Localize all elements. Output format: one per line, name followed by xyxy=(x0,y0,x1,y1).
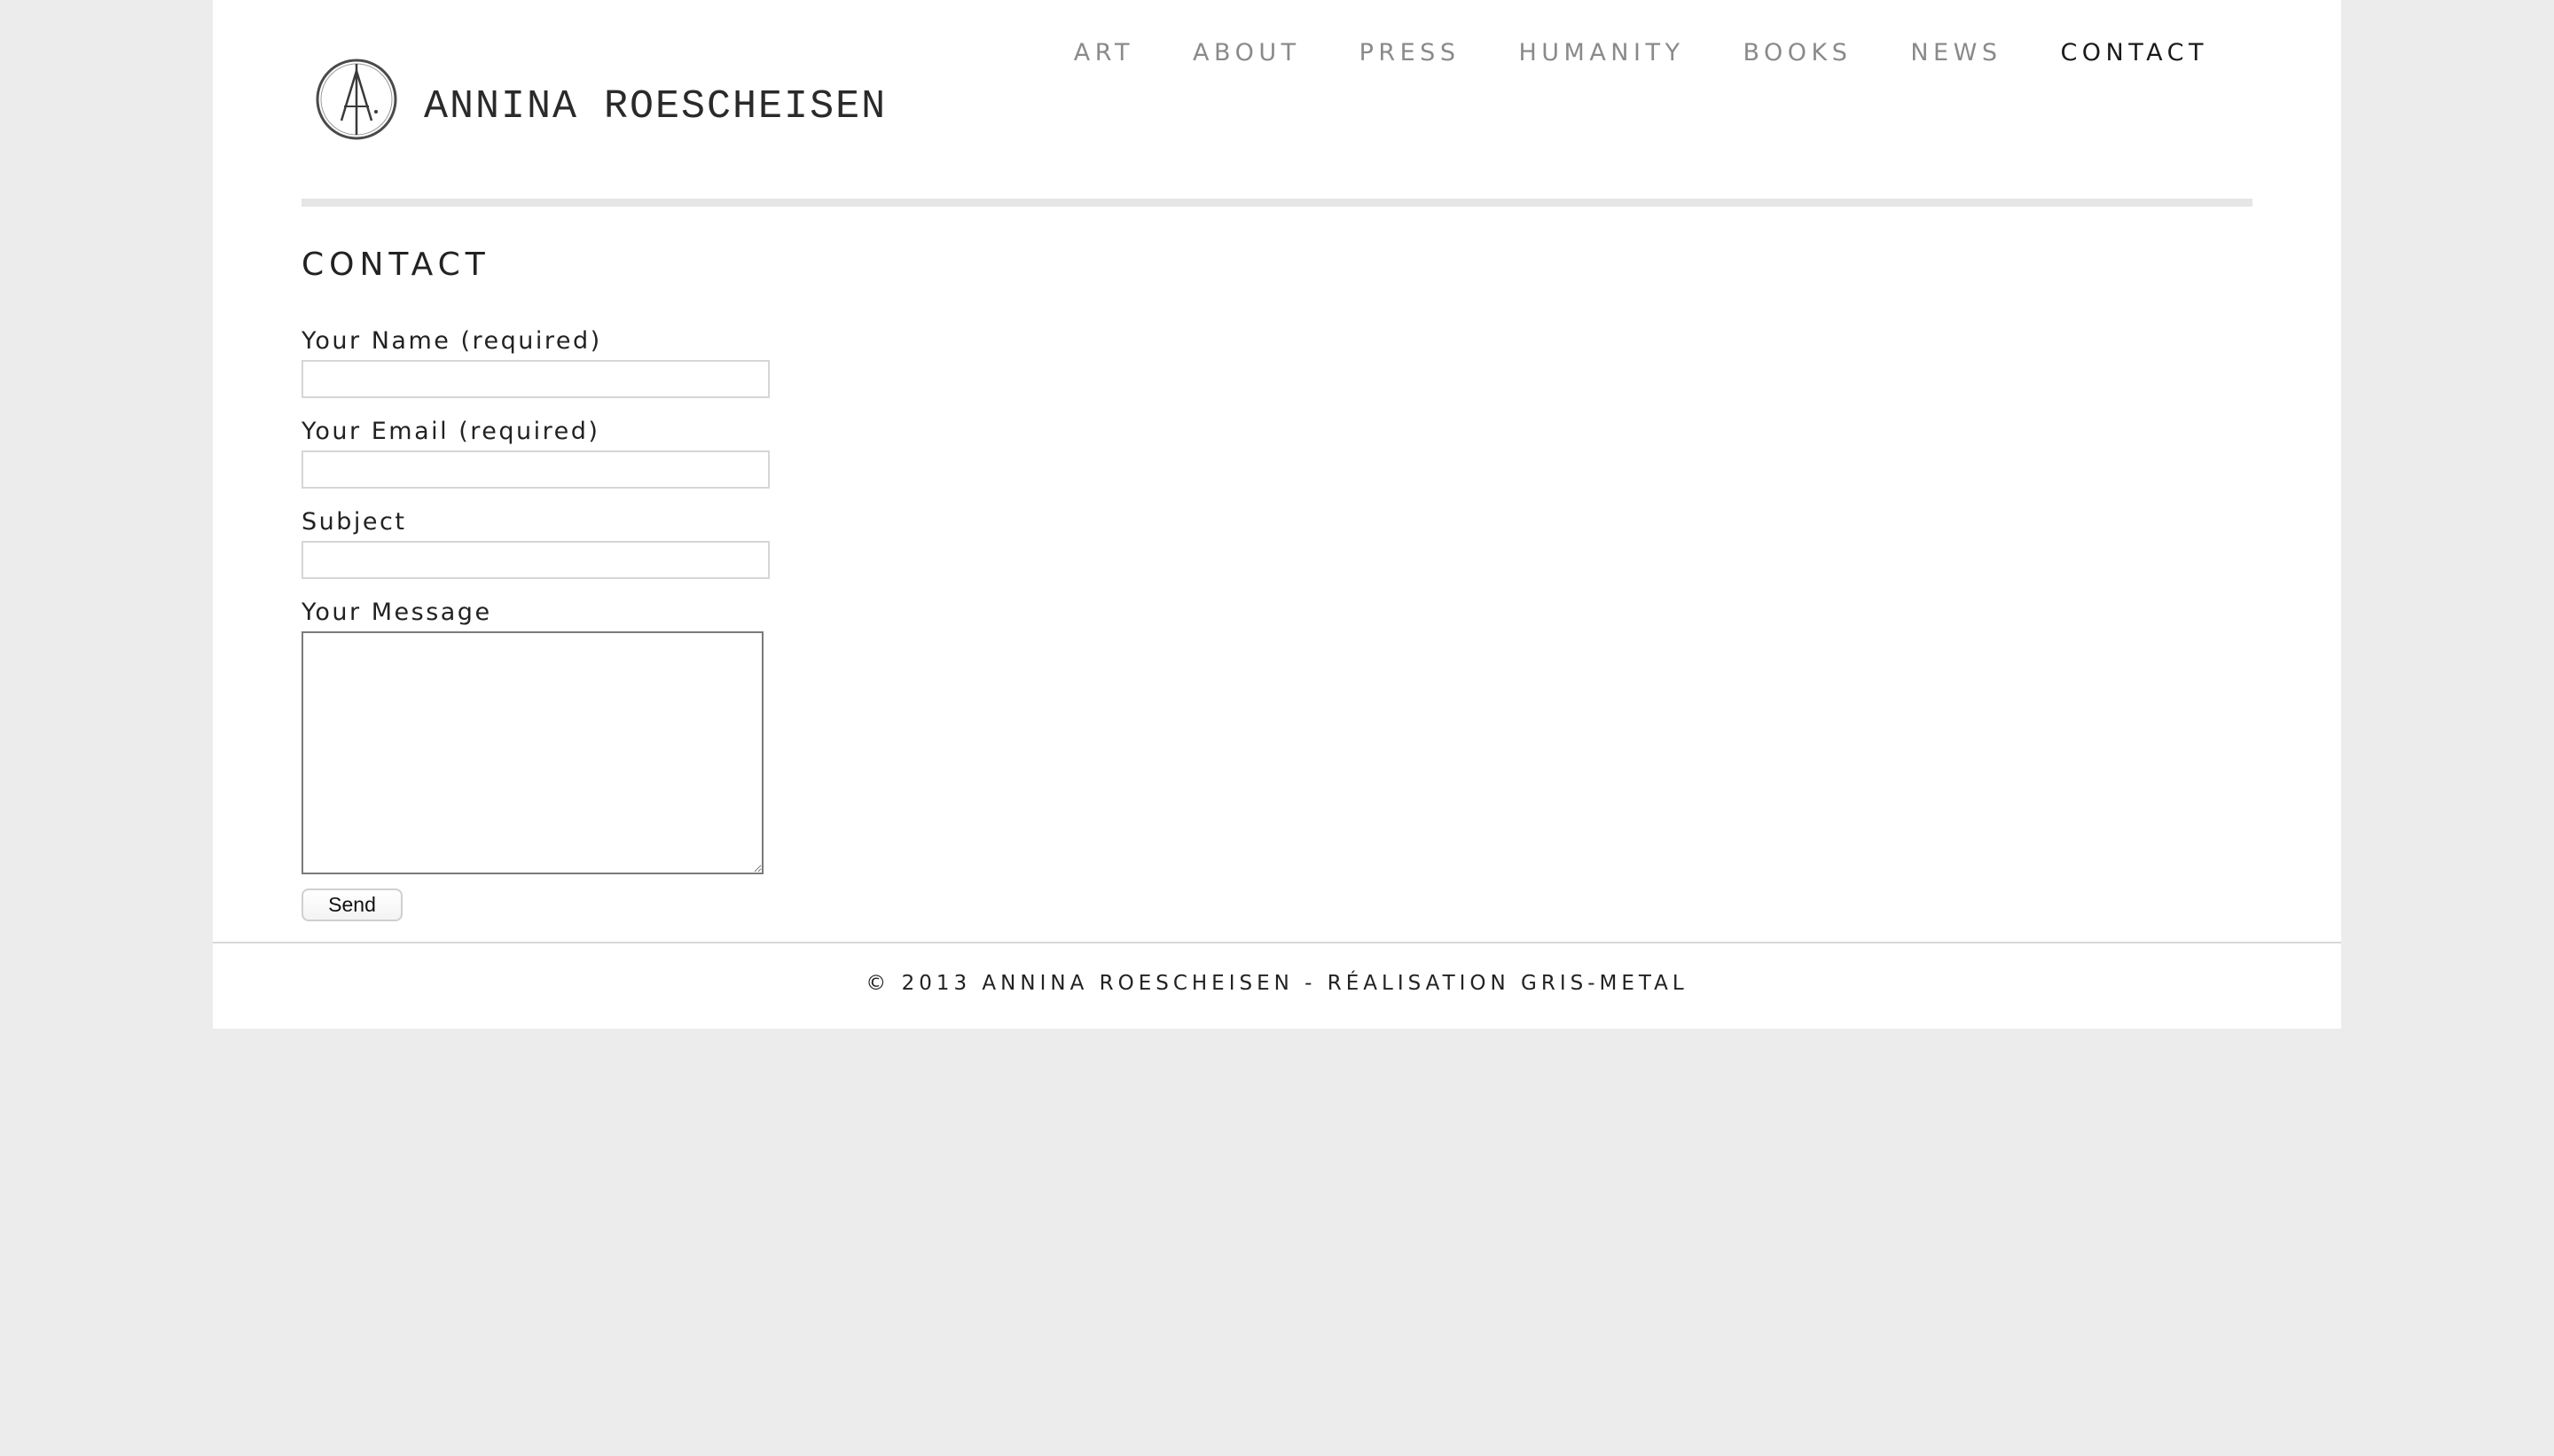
email-input[interactable] xyxy=(302,450,770,489)
message-label: Your Message xyxy=(302,599,492,626)
nav-item-about[interactable]: ABOUT xyxy=(1193,39,1301,67)
page-container: ANNINA ROESCHEISEN ART ABOUT PRESS HUMAN… xyxy=(213,0,2341,1029)
footer-divider xyxy=(213,942,2341,943)
page-title: CONTACT xyxy=(302,247,490,283)
nav-item-books[interactable]: BOOKS xyxy=(1743,39,1852,67)
footer-copyright: © 2013 ANNINA ROESCHEISEN - RÉALISATION … xyxy=(866,972,1688,995)
message-textarea[interactable] xyxy=(302,631,764,874)
main-nav: ART ABOUT PRESS HUMANITY BOOKS NEWS CONT… xyxy=(1015,39,2208,67)
nav-item-press[interactable]: PRESS xyxy=(1359,39,1461,67)
email-field-group: Your Email (required) xyxy=(302,418,770,489)
name-label: Your Name (required) xyxy=(302,327,602,355)
subject-label: Subject xyxy=(302,508,407,536)
email-label: Your Email (required) xyxy=(302,418,600,445)
main-content: CONTACT Your Name (required) Your Email … xyxy=(302,247,770,921)
nav-item-contact[interactable]: CONTACT xyxy=(2060,39,2208,67)
site-logo[interactable]: ANNINA ROESCHEISEN xyxy=(312,55,887,144)
message-field-group: Your Message xyxy=(302,599,770,878)
subject-field-group: Subject xyxy=(302,508,770,579)
subject-input[interactable] xyxy=(302,541,770,579)
nav-item-news[interactable]: NEWS xyxy=(1910,39,2002,67)
site-logo-text: ANNINA ROESCHEISEN xyxy=(424,83,888,129)
header-divider xyxy=(302,199,2252,207)
name-input[interactable] xyxy=(302,360,770,398)
name-field-group: Your Name (required) xyxy=(302,327,770,398)
send-button[interactable]: Send xyxy=(302,888,403,921)
nav-item-humanity[interactable]: HUMANITY xyxy=(1518,39,1684,67)
nav-item-art[interactable]: ART xyxy=(1074,39,1134,67)
compass-a-monogram-icon xyxy=(316,59,397,140)
contact-form: Your Name (required) Your Email (require… xyxy=(302,327,770,921)
